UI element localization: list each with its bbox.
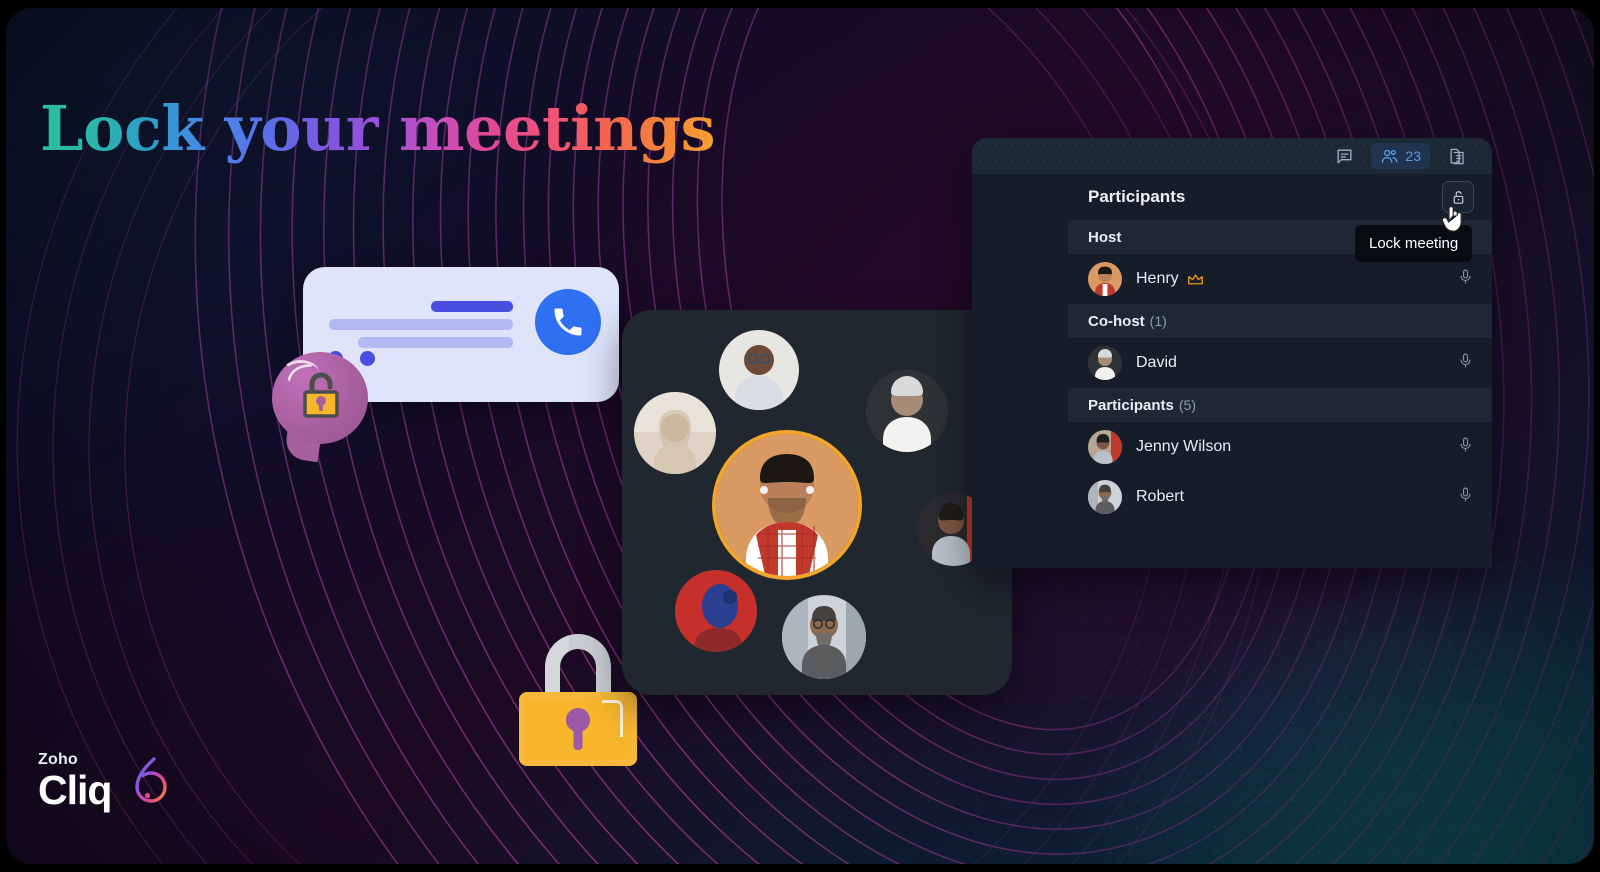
avatar [1088, 480, 1122, 514]
avatar [675, 570, 757, 652]
avatar-active-speaker [716, 434, 858, 576]
lock-meeting-button[interactable] [1442, 181, 1474, 213]
padlock-closed-icon [519, 634, 637, 766]
microphone-icon[interactable] [1457, 436, 1474, 458]
microphone-icon[interactable] [1457, 268, 1474, 290]
avatar [1088, 346, 1122, 380]
section-count: (1) [1149, 313, 1167, 329]
people-icon [1382, 149, 1398, 163]
participant-name: Henry [1136, 270, 1179, 287]
section-label: Participants [1088, 396, 1174, 414]
section-label: Co-host [1088, 312, 1145, 330]
avatar [1088, 430, 1122, 464]
microphone-icon[interactable] [1457, 486, 1474, 508]
padlock-keyhole [566, 708, 590, 732]
avatar [719, 330, 799, 410]
participant-name: Robert [1136, 488, 1185, 505]
cliq-swirl-logo-icon [135, 757, 168, 803]
avatar [1088, 262, 1122, 296]
page-title: Lock your meetings [40, 92, 715, 165]
section-header-cohost: Co-host (1) [1068, 304, 1492, 338]
meeting-window: 23 Participants Host Henry Co-host (1) D… [972, 138, 1492, 568]
logo-wordmark: Zoho Cliq [38, 751, 112, 813]
logo-cliq-text: Cliq [38, 767, 112, 813]
padlock-body [519, 692, 637, 766]
lock-meeting-tooltip: Lock meeting [1355, 225, 1473, 262]
meeting-toolbar: 23 [972, 138, 1492, 174]
panel-title: Participants [1088, 187, 1186, 206]
participants-panel-header: Participants [1068, 174, 1492, 220]
participant-row[interactable]: Robert [1068, 472, 1492, 522]
section-count: (5) [1178, 397, 1196, 413]
chat-bar-secondary [329, 319, 513, 330]
microphone-icon[interactable] [1457, 352, 1474, 374]
participant-row[interactable]: David [1068, 338, 1492, 388]
lock-speech-bubble [272, 352, 368, 463]
padlock-open-icon [303, 372, 339, 418]
participant-count: 23 [1405, 148, 1421, 164]
avatar [782, 595, 866, 679]
participant-name: Jenny Wilson [1136, 438, 1232, 455]
participants-button[interactable]: 23 [1371, 143, 1430, 169]
meeting-stage-area [972, 174, 1069, 568]
participant-name: David [1136, 354, 1177, 371]
crown-icon [1187, 273, 1204, 286]
chat-bubble-icon[interactable] [1327, 143, 1361, 169]
phone-call-icon [535, 289, 601, 355]
participant-video-gallery [622, 310, 1012, 695]
poster-canvas: Lock your meetings 23 Participants Host … [0, 0, 1600, 872]
padlock-open-icon [1453, 190, 1463, 204]
section-header-participants: Participants (5) [1068, 388, 1492, 422]
notes-cards-icon[interactable] [1440, 143, 1474, 169]
section-label: Host [1088, 228, 1122, 246]
participant-row[interactable]: Jenny Wilson [1068, 422, 1492, 472]
logo-zoho-text: Zoho [38, 751, 78, 768]
chat-bar-primary [431, 301, 513, 312]
avatar [634, 392, 716, 474]
chat-bar-secondary [358, 337, 513, 348]
zoho-cliq-logo: Zoho Cliq [38, 752, 179, 811]
